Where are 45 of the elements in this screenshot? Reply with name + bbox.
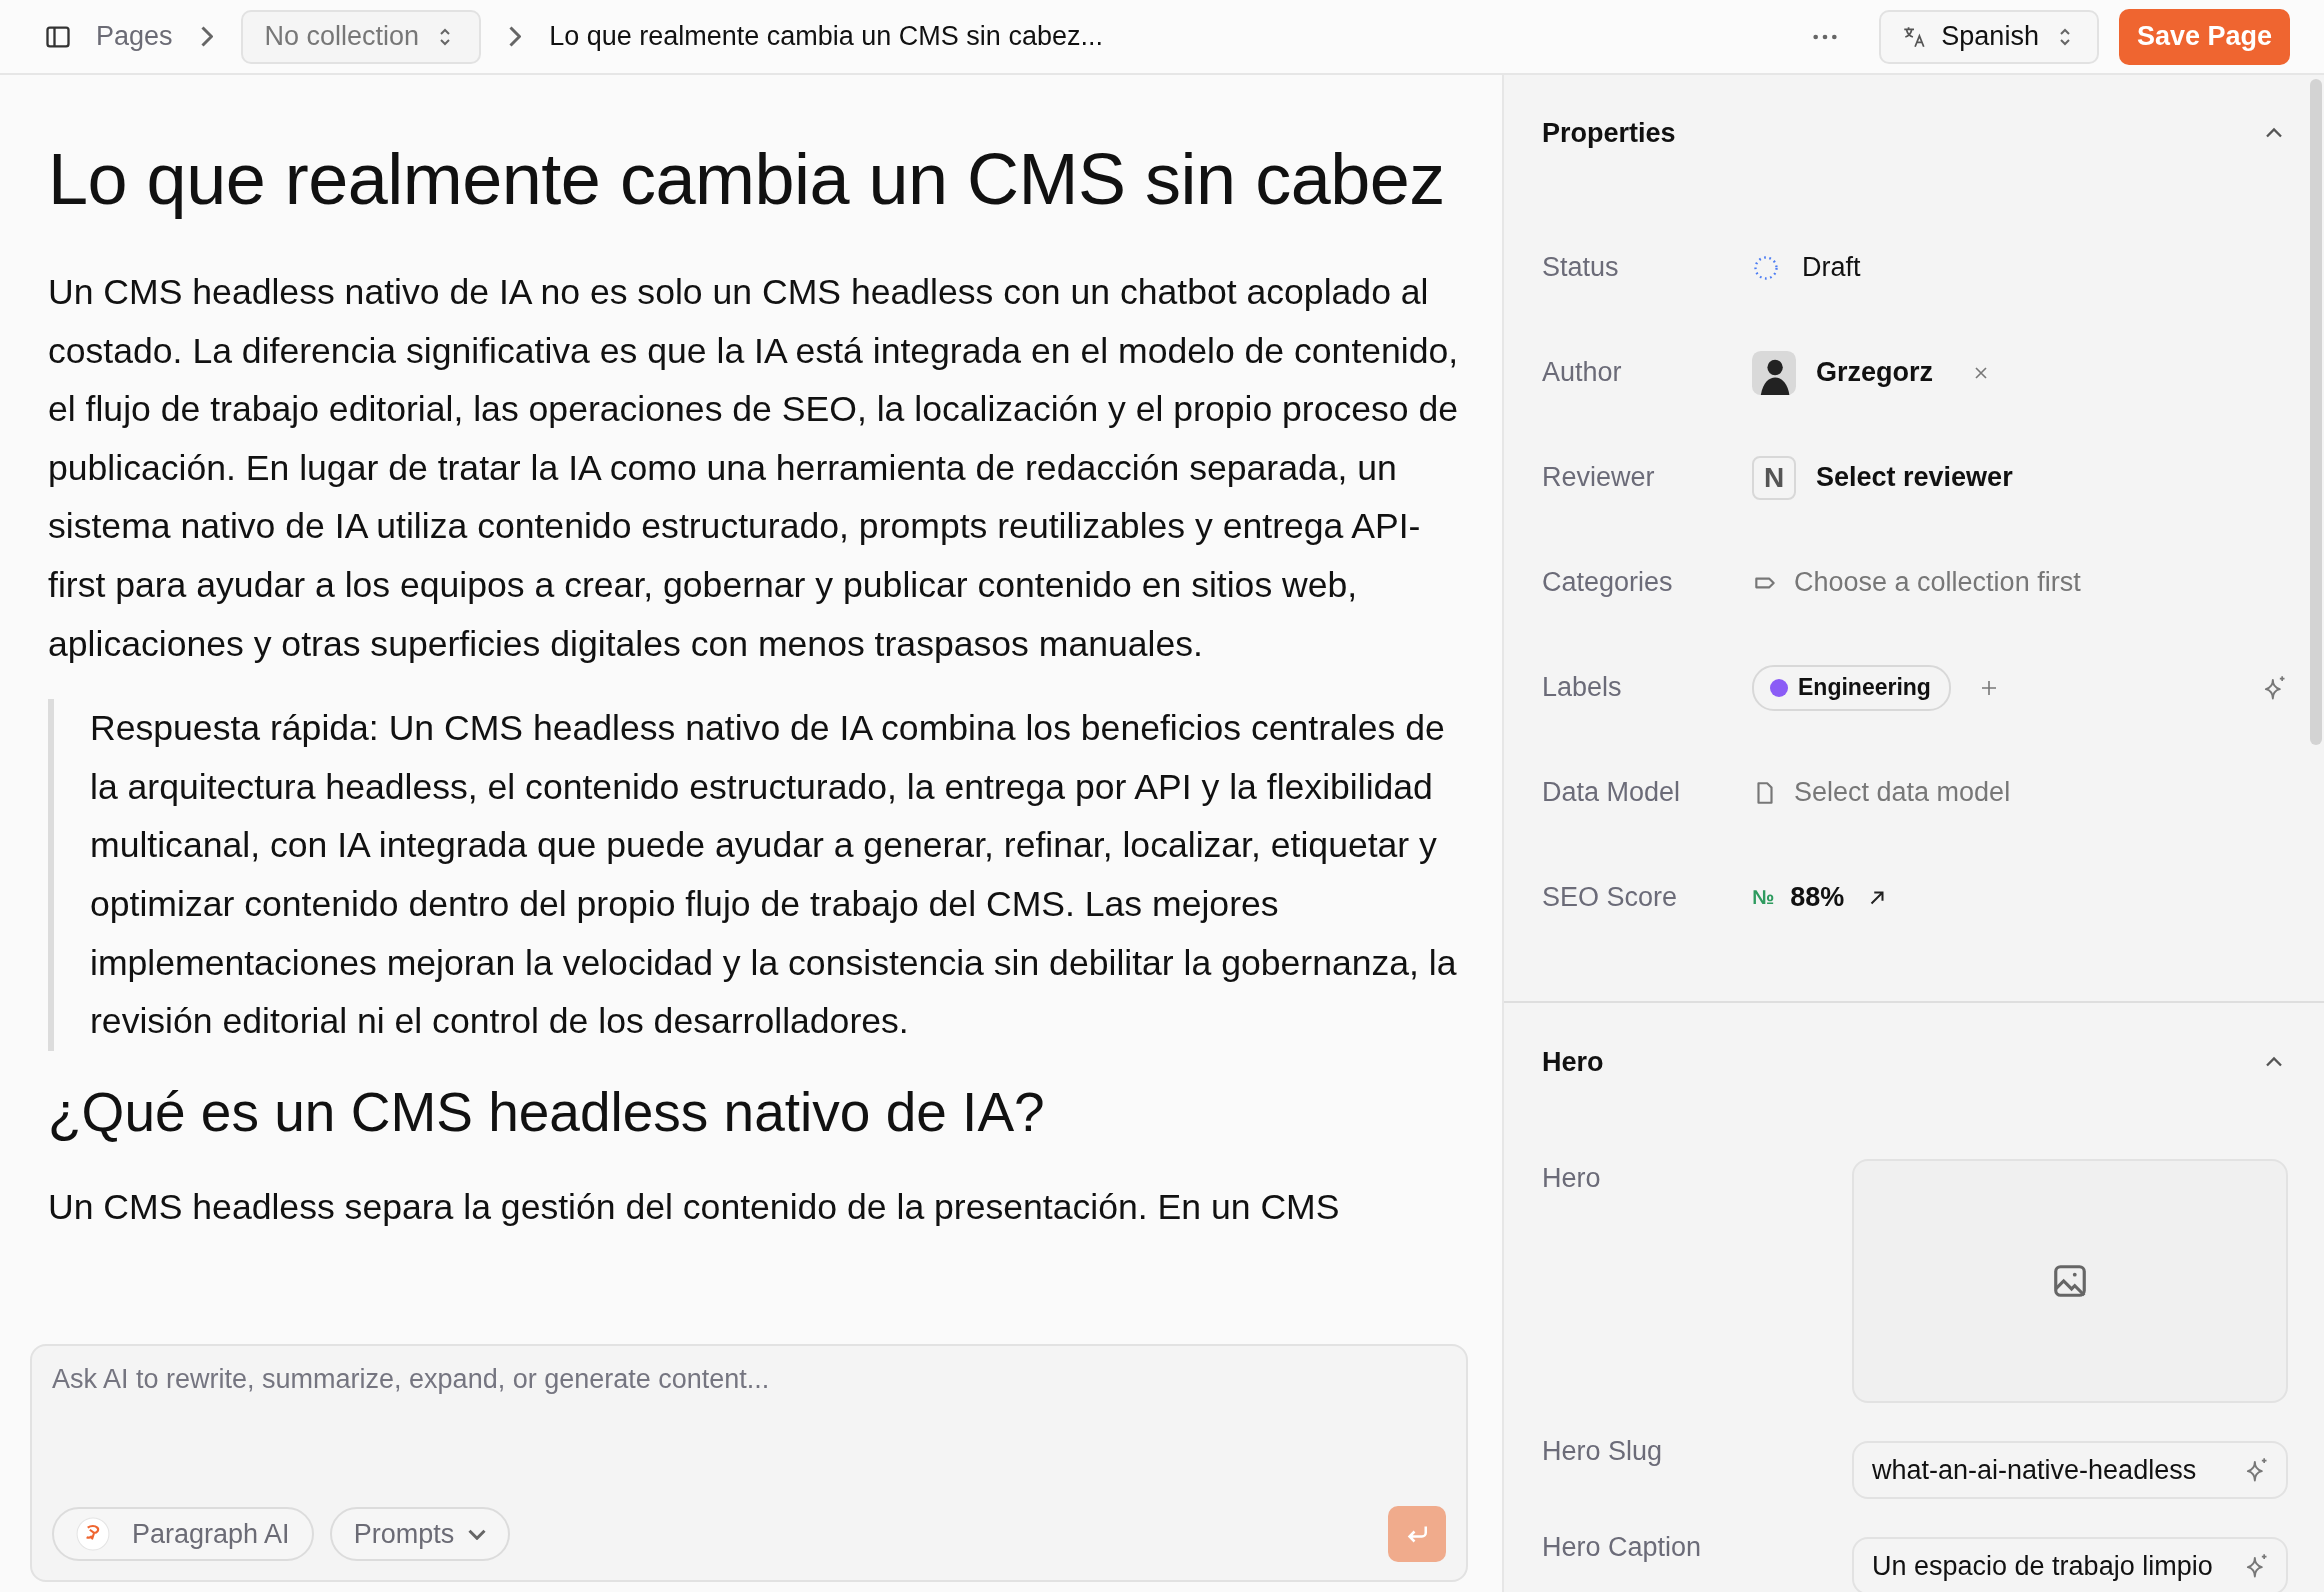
property-label: SEO Score	[1542, 882, 1679, 913]
field-label: Hero Caption	[1542, 1531, 1703, 1563]
section-title: Properties	[1542, 117, 1676, 149]
property-label: Author	[1542, 357, 1623, 388]
prompts-dropdown[interactable]: Prompts	[329, 1507, 511, 1561]
field-value: what-an-ai-native-headless	[1872, 1454, 2198, 1486]
logo-icon	[76, 1517, 110, 1551]
field-label: Hero	[1542, 1163, 1602, 1194]
text-field[interactable]: Un espacio de trabajo limpio	[1852, 1537, 2288, 1592]
chevron-right-icon	[200, 26, 213, 47]
status-value[interactable]: Draft	[1802, 252, 1861, 283]
seo-score: 88%	[1790, 882, 1845, 913]
label-tag[interactable]: Engineering	[1752, 664, 1951, 711]
property-label: Reviewer	[1542, 462, 1656, 493]
text-field[interactable]: what-an-ai-native-headless	[1852, 1441, 2288, 1499]
scrollbar[interactable]	[2310, 79, 2322, 745]
model-selector[interactable]: Paragraph AI	[52, 1507, 314, 1561]
page-title: Lo que realmente cambia un CMS sin cabez...	[549, 21, 1103, 52]
section-heading: ¿Qué es un CMS headless nativo de IA?	[48, 1079, 1046, 1145]
section-title: Hero	[1542, 1046, 1604, 1078]
field-value: Un espacio de trabajo limpio	[1872, 1550, 2214, 1582]
ai-prompt-field[interactable]: Ask AI to rewrite, summarize, expand, or generate content...	[52, 1364, 1446, 1395]
data-model-select[interactable]: Select data model	[1794, 777, 2011, 808]
breadcrumb-link[interactable]: Pages	[96, 21, 173, 52]
field-label: Hero Slug	[1542, 1435, 1664, 1467]
property-label: Labels	[1542, 672, 1623, 703]
property-label: Status	[1542, 252, 1620, 283]
property-label: Categories	[1542, 567, 1674, 598]
reviewer-select[interactable]: Select reviewer	[1816, 462, 2013, 493]
chevron-down-icon	[468, 1528, 487, 1540]
author-name[interactable]: Grzegorz	[1816, 357, 1934, 388]
paragraph: Un CMS headless separa la gestión del contenido de la presentación. En un CMS	[48, 1186, 1341, 1230]
status-icon	[1752, 253, 1780, 282]
category-select[interactable]: Choose a collection first	[1794, 567, 2081, 598]
property-label: Data Model	[1542, 777, 1682, 808]
language-dropdown[interactable]: Spanish	[1879, 9, 2099, 64]
paragraph: Un CMS headless nativo de IA no es solo un CMS headless con un chatbot acoplado al costado. La diferencia significativa es que la IA está integrada en el modelo de contenido, el flujo de trabajo editorial, las operaciones de SEO, la localización y el propio proceso de publicación. En lugar de tratar la IA como una herramienta de redacción separada, un sistema nativo de IA utiliza contenido estructurado, prompts reutilizables y entrega API-first para ayudar a los equipos a crear, gobernar y publicar contenido en sitios web, aplicaciones y otras superficies digitales con menos traspasos manuales.	[48, 271, 1460, 666]
avatar	[1752, 350, 1796, 395]
reviewer-avatar: N	[1752, 455, 1796, 500]
collection-dropdown[interactable]: No collection	[240, 9, 482, 64]
chevron-right-icon	[509, 26, 522, 47]
score-icon: №	[1752, 886, 1775, 909]
image-icon	[2051, 1262, 2089, 1300]
blockquote: Respuesta rápida: Un CMS headless nativo de IA combina los beneficios centrales de la arquitectura headless, el contenido estructurado, la entrega por API y la flexibilidad multicanal, con IA integrada que puede ayudar a generar, refinar, localizar, etiquetar y optimizar contenido dentro del propio flujo de trabajo del CMS. Las mejores implementaciones mejoran la velocidad y la consistencia sin debilitar la gobernanza, la revisión editorial ni el control de los desarrolladores.	[48, 699, 1462, 1051]
document-title: Lo que realmente cambia un CMS sin cabez	[48, 138, 1446, 221]
